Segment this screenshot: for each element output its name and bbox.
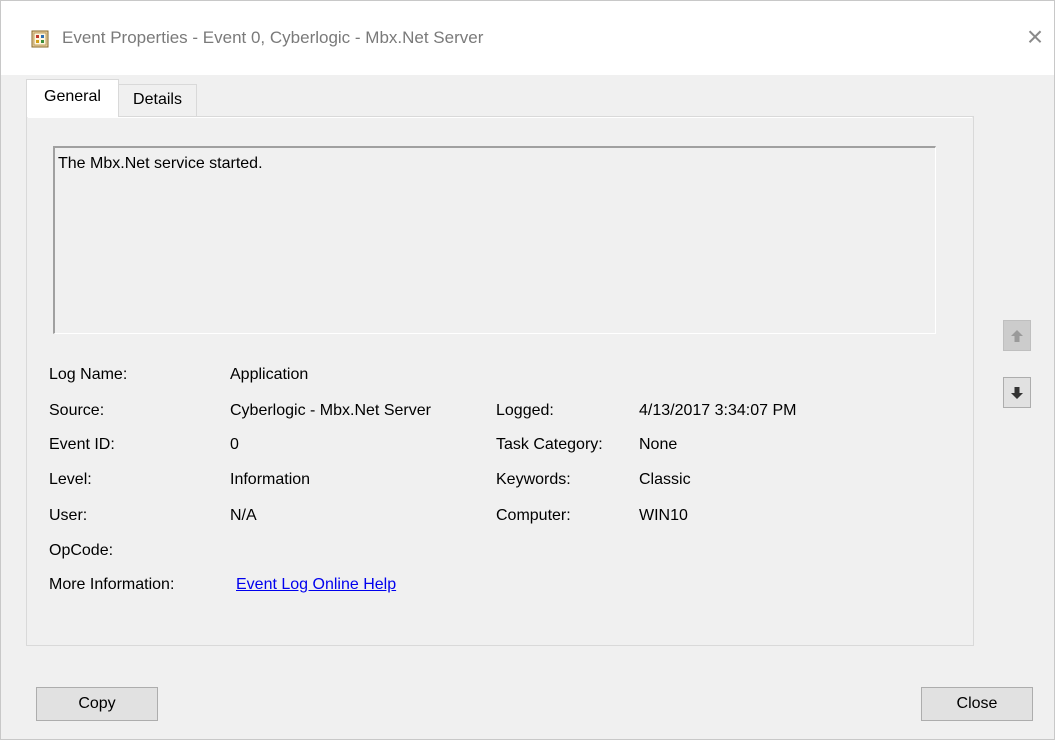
event-viewer-icon [31,30,49,48]
level-value: Information [230,471,311,488]
arrow-down-icon [1010,386,1024,400]
title-bar: Event Properties - Event 0, Cyberlogic -… [1,1,1054,75]
user-value: N/A [230,507,257,524]
log-name-value: Application [230,366,309,383]
copy-button[interactable]: Copy [36,687,158,721]
event-log-online-help-link[interactable]: Event Log Online Help [236,576,396,594]
previous-event-button[interactable] [1003,320,1031,351]
tab-details[interactable]: Details [118,84,197,117]
general-tab-panel: The Mbx.Net service started. Log Name: A… [26,116,974,646]
next-event-button[interactable] [1003,377,1031,408]
computer-value: WIN10 [639,507,688,524]
log-name-label: Log Name: [49,366,128,383]
close-window-icon[interactable]: × [1023,23,1047,51]
tab-panel-inner: The Mbx.Net service started. Log Name: A… [28,117,972,644]
arrow-up-icon [1010,329,1024,343]
more-information-label: More Information: [49,576,175,593]
logged-value: 4/13/2017 3:34:07 PM [639,402,797,419]
user-label: User: [49,507,88,524]
task-category-label: Task Category: [496,436,603,453]
task-category-value: None [639,436,678,453]
source-value: Cyberlogic - Mbx.Net Server [230,402,431,419]
event-id-label: Event ID: [49,436,115,453]
window-title: Event Properties - Event 0, Cyberlogic -… [62,28,484,47]
opcode-label: OpCode: [49,542,114,559]
event-description-box[interactable]: The Mbx.Net service started. [53,146,936,334]
tab-general[interactable]: General [26,79,119,117]
close-button[interactable]: Close [921,687,1033,721]
logged-label: Logged: [496,402,554,419]
event-id-value: 0 [230,436,239,453]
computer-label: Computer: [496,507,571,524]
level-label: Level: [49,471,92,488]
source-label: Source: [49,402,105,419]
keywords-label: Keywords: [496,471,571,488]
event-properties-window: Event Properties - Event 0, Cyberlogic -… [0,0,1055,740]
keywords-value: Classic [639,471,691,488]
